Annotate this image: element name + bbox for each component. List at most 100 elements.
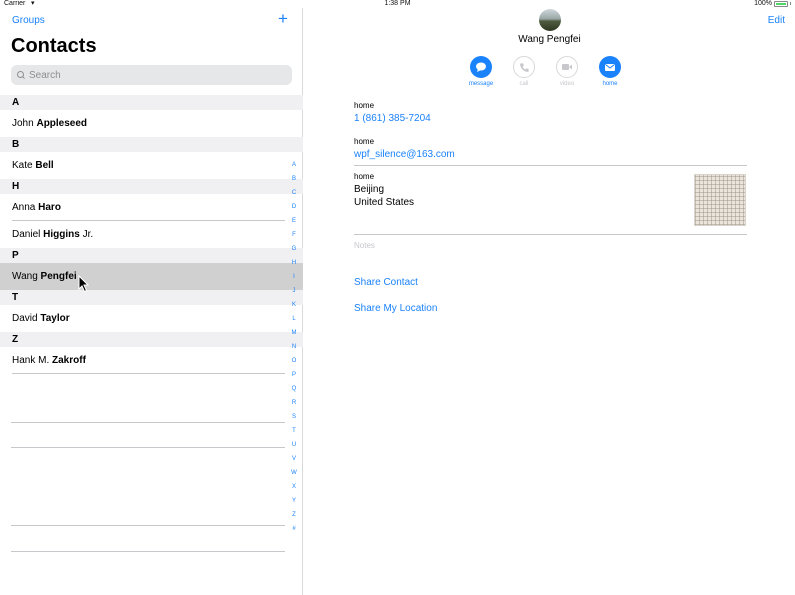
message-label: message	[468, 81, 494, 87]
index-letter[interactable]: R	[292, 396, 296, 410]
index-letter[interactable]: W	[291, 466, 297, 480]
index-letter[interactable]: X	[292, 480, 296, 494]
message-icon	[470, 56, 492, 78]
index-letter[interactable]: V	[292, 452, 296, 466]
index-letter[interactable]: B	[292, 172, 296, 186]
status-bar: Carrier ▾ 1:38 PM 100%	[0, 0, 795, 8]
index-letter[interactable]: Y	[292, 494, 296, 508]
index-letter[interactable]: F	[292, 228, 296, 242]
contacts-list: A John Appleseed B Kate Bell H Anna Haro…	[0, 95, 303, 374]
section-header: Z	[0, 332, 303, 347]
divider	[354, 234, 747, 235]
share-location-button[interactable]: Share My Location	[354, 303, 437, 314]
empty-row-separator	[11, 422, 285, 423]
index-letter[interactable]: D	[292, 200, 296, 214]
index-letter[interactable]: I	[293, 270, 295, 284]
index-letter[interactable]: K	[292, 298, 296, 312]
empty-row-separator	[11, 525, 285, 526]
call-label: call	[519, 81, 529, 87]
contact-row[interactable]: Kate Bell	[0, 152, 303, 179]
contact-last-name: Higgins	[43, 229, 80, 240]
index-letter[interactable]: Z	[292, 508, 296, 522]
contact-first-name: Anna	[12, 202, 36, 213]
share-contact-button[interactable]: Share Contact	[354, 277, 418, 288]
contact-detail-pane: Edit Wang Pengfei message call video hom…	[304, 8, 795, 595]
section-header: H	[0, 179, 303, 194]
contact-last-name: Haro	[38, 202, 61, 213]
call-button[interactable]: call	[513, 56, 535, 87]
battery-percent: 100%	[754, 0, 772, 7]
section-header: B	[0, 137, 303, 152]
video-label: video	[559, 81, 575, 87]
contact-first-name: David	[12, 313, 38, 324]
phone-label: home	[354, 101, 375, 110]
address-label: home	[354, 172, 375, 181]
contact-row[interactable]: Anna Haro	[0, 194, 303, 221]
index-letter[interactable]: L	[292, 312, 295, 326]
contact-first-name: John	[12, 118, 34, 129]
mail-icon	[599, 56, 621, 78]
contact-row[interactable]: John Appleseed	[0, 110, 303, 137]
clock: 1:38 PM	[384, 0, 411, 7]
avatar	[539, 9, 561, 31]
contact-last-name: Bell	[35, 160, 54, 171]
contact-suffix: Jr.	[82, 229, 94, 240]
contact-last-name: Taylor	[40, 313, 70, 324]
edit-button[interactable]: Edit	[768, 15, 785, 26]
contact-row-selected[interactable]: Wang Pengfei	[0, 263, 303, 290]
mail-label: home	[602, 81, 618, 87]
page-title: Contacts	[11, 35, 97, 57]
contact-row[interactable]: David Taylor	[0, 305, 303, 332]
index-letter[interactable]: S	[292, 410, 296, 424]
index-letter[interactable]: Q	[292, 382, 297, 396]
contact-first-name: Kate	[12, 160, 33, 171]
contact-last-name: Appleseed	[36, 118, 88, 129]
address-line-1[interactable]: Beijing	[354, 184, 384, 195]
contact-last-name: Zakroff	[52, 355, 86, 366]
contact-first-name: Hank M.	[12, 355, 50, 366]
index-letter[interactable]: #	[292, 522, 295, 536]
mail-button[interactable]: home	[599, 56, 621, 87]
contact-name: Wang Pengfei	[518, 34, 581, 45]
search-icon	[17, 71, 25, 79]
email-label: home	[354, 137, 375, 146]
email-link[interactable]: wpf_silence@163.com	[354, 149, 455, 160]
index-letter[interactable]: A	[292, 158, 296, 172]
empty-row-separator	[11, 551, 285, 552]
index-letter[interactable]: J	[293, 284, 296, 298]
empty-row-separator	[11, 447, 285, 448]
section-header: T	[0, 290, 303, 305]
section-header: A	[0, 95, 303, 110]
address-line-2[interactable]: United States	[354, 197, 414, 208]
contacts-app: Carrier ▾ 1:38 PM 100% Groups + Contacts…	[0, 0, 795, 595]
index-letter[interactable]: G	[292, 242, 297, 256]
notes-field[interactable]: Notes	[354, 241, 375, 250]
video-button[interactable]: video	[556, 56, 578, 87]
phone-number-link[interactable]: 1 (861) 385-7204	[354, 113, 431, 124]
search-input[interactable]	[29, 69, 269, 81]
index-letter[interactable]: E	[292, 214, 296, 228]
index-letter[interactable]: P	[292, 368, 296, 382]
contact-row[interactable]: Daniel Higgins Jr.	[0, 221, 303, 248]
groups-button[interactable]: Groups	[12, 15, 45, 26]
contact-row[interactable]: Hank M. Zakroff	[0, 347, 303, 374]
battery-indicator: 100%	[754, 0, 791, 7]
address-map-thumbnail[interactable]	[694, 174, 746, 226]
contact-last-name: Pengfei	[40, 271, 77, 282]
index-letter[interactable]: N	[292, 340, 296, 354]
index-letter[interactable]: T	[292, 424, 296, 438]
battery-icon	[774, 0, 788, 7]
mouse-pointer-icon	[78, 275, 90, 293]
index-letter[interactable]: O	[292, 354, 297, 368]
index-letter[interactable]: U	[292, 438, 296, 452]
phone-icon	[513, 56, 535, 78]
add-contact-button[interactable]: +	[278, 10, 288, 27]
search-field[interactable]	[11, 65, 292, 85]
section-index[interactable]: A B C D E F G H I J K L M N O P Q R S T U V W X Y Z #	[286, 158, 302, 536]
index-letter[interactable]: M	[292, 326, 297, 340]
contact-first-name: Daniel	[12, 229, 41, 240]
index-letter[interactable]: H	[292, 256, 296, 270]
index-letter[interactable]: C	[292, 186, 296, 200]
message-button[interactable]: message	[468, 56, 494, 87]
contacts-list-pane: Groups + Contacts A John Appleseed B Kat…	[0, 8, 303, 595]
